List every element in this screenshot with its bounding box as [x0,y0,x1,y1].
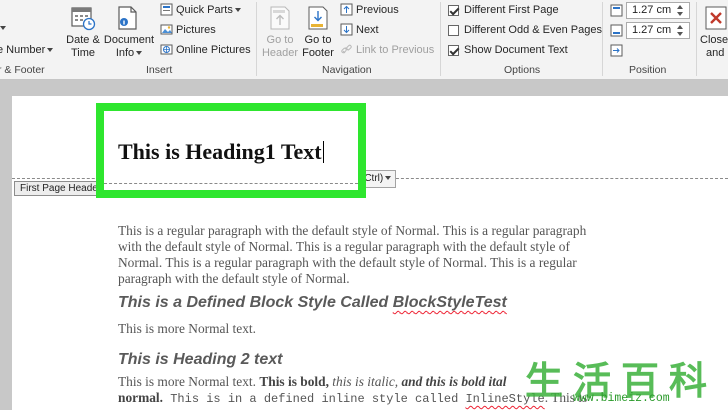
watermark-url: www.bimeiz.com [573,392,670,405]
next-icon [340,23,353,41]
paragraph-line[interactable]: with the default style of Normal. This i… [118,239,570,255]
different-odd-even-label: Different Odd & Even Pages [464,24,602,36]
show-document-text-label: Show Document Text [464,44,568,56]
document-info-icon [116,5,140,36]
footer-from-bottom-spinner[interactable]: 1.27 cm [626,22,690,39]
quick-parts-button[interactable]: Quick Parts [176,4,241,17]
close-header-footer-button[interactable]: Close and [700,34,728,60]
go-to-header-button[interactable]: Go to Header [260,34,300,60]
header-from-top-spinner[interactable]: 1.27 cm [626,2,690,19]
inline-style-line[interactable]: normal. This is in a defined inline styl… [118,390,587,408]
ribbon-separator [696,2,697,76]
next-button[interactable]: Next [356,24,379,37]
ribbon-separator [602,2,603,76]
header-boundary-line [104,183,358,184]
online-pictures-button[interactable]: Online Pictures [176,44,251,57]
ribbon-separator [440,2,441,76]
previous-button[interactable]: Previous [356,4,399,17]
paragraph-line[interactable]: paragraph with the default style of Norm… [118,271,350,287]
insert-group-label: Insert [146,64,173,76]
heading2-text[interactable]: This is Heading 2 text [118,351,282,369]
different-odd-even-checkbox[interactable] [448,25,459,36]
pictures-button[interactable]: Pictures [176,24,216,37]
paragraph-line[interactable]: This is a regular paragraph with the def… [118,223,586,239]
go-to-footer-icon [306,5,330,36]
ribbon: e Number r & Footer Date & Time Document… [0,0,728,80]
show-document-text-checkbox[interactable] [448,45,459,56]
formatted-line[interactable]: This is more Normal text. This is bold, … [118,374,506,390]
date-time-button[interactable]: Date & Time [63,34,103,60]
calendar-clock-icon [70,5,96,36]
block-style-heading[interactable]: This is a Defined Block Style Called Blo… [118,294,507,312]
link-to-previous-button[interactable]: Link to Previous [356,44,434,57]
paragraph-line[interactable]: Normal. This is a regular paragraph with… [118,255,577,271]
document-info-button[interactable]: Document Info [103,34,155,60]
footer-position-icon [610,24,623,42]
close-header-footer-icon [704,5,728,36]
different-first-page-label: Different First Page [464,4,559,16]
navigation-group-label: Navigation [322,64,372,76]
different-first-page-checkbox[interactable] [448,5,459,16]
pictures-icon [160,23,173,41]
ribbon-separator [256,2,257,76]
cut-dropdown-caret[interactable] [0,22,6,35]
insert-alignment-tab-icon[interactable] [610,44,623,62]
heading1-highlight-box[interactable]: This is Heading1 Text [96,103,366,198]
options-group-label: Options [504,64,541,76]
link-icon [340,43,353,61]
go-to-footer-button[interactable]: Go to Footer [298,34,338,60]
text-cursor [322,141,324,163]
first-page-header-tab: First Page Header [14,181,100,196]
header-position-icon [610,4,623,22]
header-footer-group-label: r & Footer [0,64,45,76]
online-pictures-icon [160,43,173,61]
position-group-label: Position [629,64,667,76]
watermark-logo: 生活百科 www.bimeiz.com [525,350,728,410]
more-normal-text[interactable]: This is more Normal text. [118,321,256,337]
quick-parts-icon [160,3,173,21]
page-number-button[interactable]: e Number [0,44,54,57]
block-style-name: BlockStyleTest [392,294,507,311]
heading1-text[interactable]: This is Heading1 Text [118,139,324,165]
previous-icon [340,3,353,21]
go-to-header-icon [268,5,292,36]
